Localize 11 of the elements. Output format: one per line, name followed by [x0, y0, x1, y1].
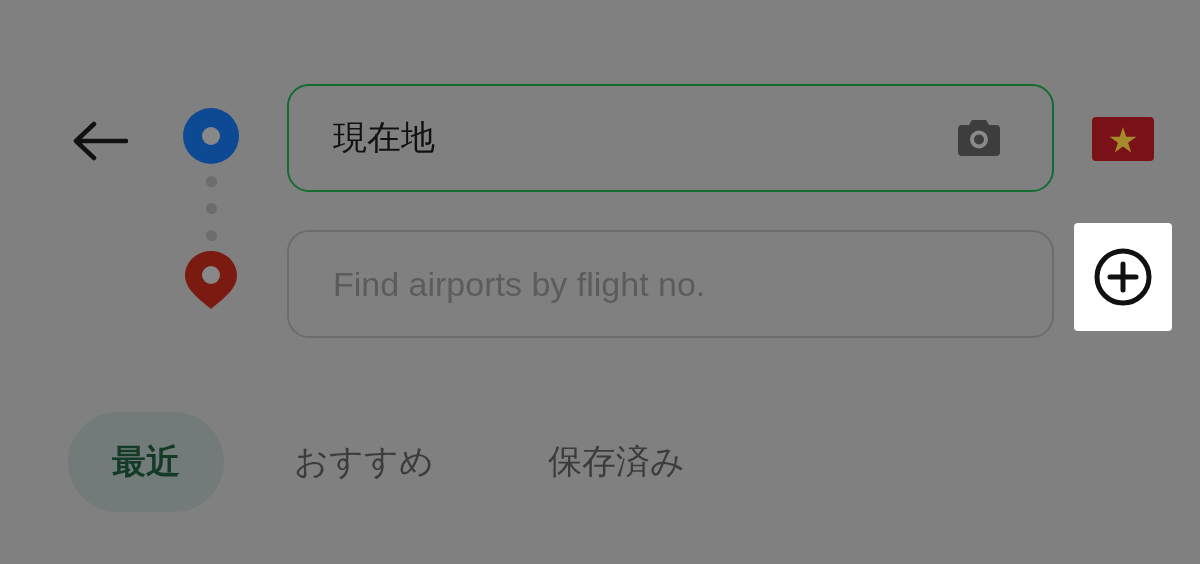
back-button[interactable]	[72, 121, 128, 161]
tab[interactable]: 保存済み	[504, 412, 729, 512]
tab[interactable]: 最近	[68, 412, 224, 512]
tab[interactable]: おすすめ	[250, 412, 478, 512]
origin-field[interactable]: 現在地	[287, 84, 1054, 192]
flag-icon[interactable]	[1092, 117, 1154, 161]
plus-circle-icon	[1093, 247, 1153, 307]
location-pin-icon	[185, 251, 237, 309]
origin-dot-icon	[183, 108, 239, 164]
camera-icon[interactable]	[958, 120, 1000, 156]
add-button[interactable]	[1074, 223, 1172, 331]
